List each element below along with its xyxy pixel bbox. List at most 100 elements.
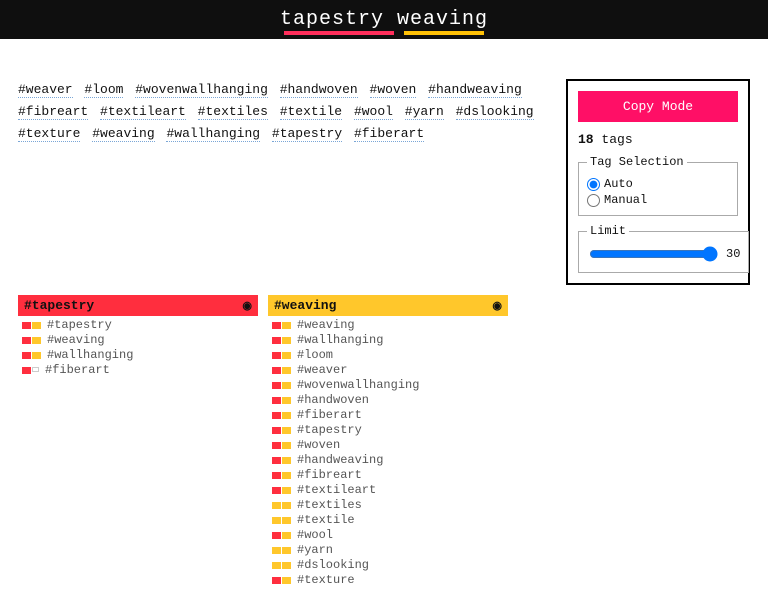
limit-legend: Limit: [587, 224, 629, 238]
tag-summary-block: #weaver #loom #wovenwallhanging #handwov…: [18, 79, 546, 145]
relevance-chips: [272, 517, 291, 524]
column-item[interactable]: #textileart: [268, 483, 508, 498]
tag-link[interactable]: #texture: [18, 126, 80, 142]
relevance-chips: [272, 457, 291, 464]
column-item[interactable]: #tapestry: [268, 423, 508, 438]
target-icon[interactable]: ◉: [492, 299, 502, 313]
relevance-chips: [272, 562, 291, 569]
relevance-chips: [22, 337, 41, 344]
column-item-label: #weaving: [297, 318, 355, 333]
relevance-chips: [272, 577, 291, 584]
column-item-label: #handwoven: [297, 393, 369, 408]
column-item[interactable]: #wallhanging: [268, 333, 508, 348]
column-item-label: #weaving: [47, 333, 105, 348]
target-icon[interactable]: ◉: [242, 299, 252, 313]
column-item-label: #wool: [297, 528, 333, 543]
column-item[interactable]: #handwoven: [268, 393, 508, 408]
column-item[interactable]: #woven: [268, 438, 508, 453]
relevance-chips: [272, 427, 291, 434]
tag-link[interactable]: #wovenwallhanging: [135, 82, 268, 98]
tag-column: #weaving◉#weaving#wallhanging#loom#weave…: [268, 295, 508, 590]
relevance-chips: [272, 472, 291, 479]
tag-link[interactable]: #fibreart: [18, 104, 88, 120]
tag-link[interactable]: #yarn: [405, 104, 444, 120]
relevance-chips: [272, 337, 291, 344]
manual-radio[interactable]: [587, 194, 600, 207]
tag-link[interactable]: #textileart: [100, 104, 186, 120]
column-item-label: #fiberart: [45, 363, 110, 378]
relevance-chips: [272, 502, 291, 509]
column-item-label: #fibreart: [297, 468, 362, 483]
limit-slider[interactable]: [589, 246, 718, 262]
column-item[interactable]: #fiberart: [18, 363, 258, 378]
column-item[interactable]: #wool: [268, 528, 508, 543]
column-item[interactable]: #fiberart: [268, 408, 508, 423]
column-item[interactable]: #wallhanging: [18, 348, 258, 363]
column-item[interactable]: #loom: [268, 348, 508, 363]
auto-radio[interactable]: [587, 178, 600, 191]
column-item-label: #handweaving: [297, 453, 383, 468]
relevance-chips: [22, 322, 41, 329]
relevance-chips: [22, 352, 41, 359]
column-item[interactable]: #handweaving: [268, 453, 508, 468]
column-item[interactable]: #tapestry: [18, 318, 258, 333]
tag-link[interactable]: #woven: [370, 82, 417, 98]
limit-value: 30: [726, 247, 740, 261]
header-underline: [0, 31, 768, 35]
tag-link[interactable]: #loom: [84, 82, 123, 98]
column-item-label: #textile: [297, 513, 355, 528]
tag-selection-legend: Tag Selection: [587, 155, 687, 169]
column-title: #tapestry: [24, 298, 94, 313]
column-item-label: #textileart: [297, 483, 376, 498]
relevance-chips: [272, 487, 291, 494]
tag-link[interactable]: #handwoven: [280, 82, 358, 98]
relevance-chips: [272, 397, 291, 404]
column-item-label: #texture: [297, 573, 355, 588]
column-item[interactable]: #weaving: [268, 318, 508, 333]
column-item[interactable]: #textiles: [268, 498, 508, 513]
column-title: #weaving: [274, 298, 336, 313]
column-item[interactable]: #textile: [268, 513, 508, 528]
column-item-label: #textiles: [297, 498, 362, 513]
column-header[interactable]: #weaving ◉: [268, 295, 508, 316]
page-title: tapestry weaving: [280, 8, 488, 31]
tag-link[interactable]: #weaver: [18, 82, 73, 98]
relevance-chips: [22, 367, 39, 374]
limit-group: Limit 30: [578, 224, 749, 273]
column-item[interactable]: #dslooking: [268, 558, 508, 573]
column-item-label: #woven: [297, 438, 340, 453]
tag-link[interactable]: #tapestry: [272, 126, 342, 142]
column-item-label: #fiberart: [297, 408, 362, 423]
column-item[interactable]: #weaver: [268, 363, 508, 378]
column-item-label: #tapestry: [47, 318, 112, 333]
tag-link[interactable]: #fiberart: [354, 126, 424, 142]
relevance-chips: [272, 352, 291, 359]
column-item[interactable]: #yarn: [268, 543, 508, 558]
relevance-chips: [272, 532, 291, 539]
column-item-label: #wallhanging: [297, 333, 383, 348]
tag-link[interactable]: #wool: [354, 104, 393, 120]
tag-link[interactable]: #wallhanging: [166, 126, 260, 142]
column-item[interactable]: #wovenwallhanging: [268, 378, 508, 393]
relevance-chips: [272, 547, 291, 554]
tag-link[interactable]: #textile: [280, 104, 342, 120]
auto-label: Auto: [604, 177, 633, 191]
relevance-chips: [272, 412, 291, 419]
relevance-chips: [272, 442, 291, 449]
column-item-label: #dslooking: [297, 558, 369, 573]
tag-link[interactable]: #weaving: [92, 126, 154, 142]
page-header: tapestry weaving: [0, 0, 768, 39]
copy-mode-button[interactable]: Copy Mode: [578, 91, 738, 122]
relevance-chips: [272, 322, 291, 329]
relevance-chips: [272, 367, 291, 374]
column-item[interactable]: #texture: [268, 573, 508, 588]
column-item-label: #yarn: [297, 543, 333, 558]
column-item-label: #wovenwallhanging: [297, 378, 419, 393]
column-header[interactable]: #tapestry ◉: [18, 295, 258, 316]
tag-link[interactable]: #handweaving: [428, 82, 522, 98]
column-item[interactable]: #weaving: [18, 333, 258, 348]
column-item[interactable]: #fibreart: [268, 468, 508, 483]
tag-link[interactable]: #textiles: [198, 104, 268, 120]
tag-link[interactable]: #dslooking: [456, 104, 534, 120]
column-item-label: #weaver: [297, 363, 347, 378]
